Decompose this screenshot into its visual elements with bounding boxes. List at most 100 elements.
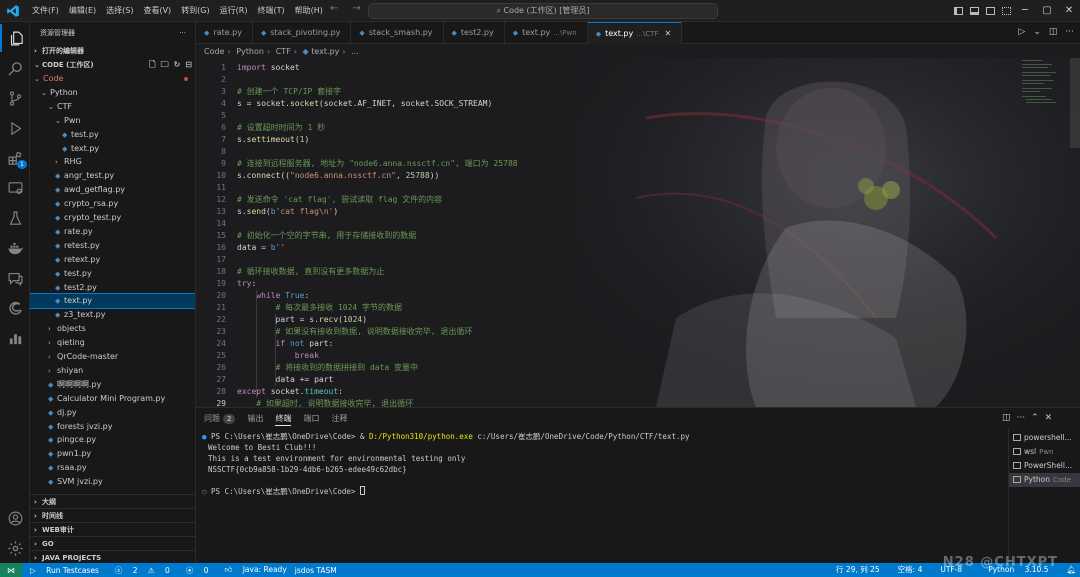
open-editors-section[interactable]: › 打开的编辑器 xyxy=(30,44,195,58)
terminal-instance[interactable]: powershell... xyxy=(1009,431,1080,445)
tree-file[interactable]: ◆ test.py xyxy=(30,267,195,281)
search-activity[interactable] xyxy=(0,54,30,82)
docker-activity[interactable] xyxy=(0,234,30,262)
close-window-button[interactable]: ✕ xyxy=(1058,0,1080,22)
menu-help[interactable]: 帮助(H) xyxy=(290,0,328,22)
tree-folder[interactable]: › qieting xyxy=(30,336,195,350)
tree-folder[interactable]: › RHG xyxy=(30,155,195,169)
collapse-all-icon[interactable]: ⊟ xyxy=(185,58,192,72)
tree-folder[interactable]: ⌄ CTF xyxy=(30,100,195,114)
tree-file[interactable]: ◆ retext.py xyxy=(30,253,195,267)
tree-folder[interactable]: › objects xyxy=(30,322,195,336)
tree-file[interactable]: ◆ retest.py xyxy=(30,239,195,253)
toggle-panel-icon[interactable] xyxy=(966,0,982,22)
breadcrumb-python[interactable]: Python xyxy=(236,47,264,56)
new-file-icon[interactable]: 🗋 xyxy=(149,58,155,72)
refresh-icon[interactable]: ↻ xyxy=(174,58,181,72)
split-editor-icon[interactable]: ◫ xyxy=(1049,27,1058,37)
tree-file[interactable]: ◆ Calculator Mini Program.py xyxy=(30,392,195,406)
close-panel-icon[interactable]: ✕ xyxy=(1045,413,1053,423)
minimap[interactable] xyxy=(1020,58,1066,118)
notifications-bell-icon[interactable]: 🔔︎ xyxy=(1066,563,1076,577)
editor-tab[interactable]: ◆ text.py ...\Pwn xyxy=(505,22,588,44)
tree-file[interactable]: ◆ pingce.py xyxy=(30,433,195,447)
extensions-activity[interactable]: 1 xyxy=(0,144,30,172)
menu-selection[interactable]: 选择(S) xyxy=(101,0,138,22)
more-actions-icon[interactable]: ··· xyxy=(1065,27,1074,37)
tree-file[interactable]: ◆ crypto_test.py xyxy=(30,211,195,225)
tree-file[interactable]: ◆ test.py xyxy=(30,128,195,142)
cursor-position[interactable]: 行 29, 列 25 xyxy=(836,563,880,577)
workspace-section[interactable]: ⌄ CODE (工作区) 🗋 🗀 ↻ ⊟ xyxy=(30,58,195,72)
tree-file[interactable]: ◆ awd_getflag.py xyxy=(30,183,195,197)
tree-file[interactable]: ◆ text.py xyxy=(30,142,195,156)
tree-file[interactable]: ◆ 啊啊啊啊.py xyxy=(30,378,195,392)
tree-file[interactable]: ◆ SVM jvzi.py xyxy=(30,475,195,489)
terminal-instance[interactable]: wsl Pwn xyxy=(1009,445,1080,459)
problems-status[interactable]: ⓧ 2 ⚠ 0 xyxy=(107,565,170,576)
minimize-button[interactable]: ─ xyxy=(1014,0,1036,22)
tree-file[interactable]: ◆ dj.py xyxy=(30,406,195,420)
editor-tab[interactable]: ◆ text.py ...\CTF ✕ xyxy=(587,22,683,44)
go-section[interactable]: › GO xyxy=(30,536,195,550)
editor-tab[interactable]: ◆ stack_smash.py xyxy=(351,22,444,44)
toggle-primary-sidebar-icon[interactable] xyxy=(950,0,966,22)
editor-tab[interactable]: ◆ stack_pivoting.py xyxy=(253,22,352,44)
ports-status[interactable]: ⦿ 0 xyxy=(178,565,209,576)
terminal-output[interactable]: ● PS C:\Users\崔志鹏\OneDrive\Code> & D:/Py… xyxy=(202,431,1002,561)
tree-file[interactable]: ◆ text.py xyxy=(30,293,195,310)
manage-activity[interactable] xyxy=(0,534,30,562)
toggle-secondary-sidebar-icon[interactable] xyxy=(982,0,998,22)
tree-file[interactable]: ◆ crypto_rsa.py xyxy=(30,197,195,211)
run-testcases-button[interactable]: ▷ Run Testcases xyxy=(30,566,99,575)
timeline-section[interactable]: › 时间线 xyxy=(30,508,195,522)
tab-output[interactable]: 输出 xyxy=(247,412,263,426)
tree-file[interactable]: ◆ angr_test.py xyxy=(30,169,195,183)
maximize-button[interactable]: ▢ xyxy=(1036,0,1058,22)
charts-activity[interactable] xyxy=(0,324,30,352)
tree-file[interactable]: ◆ z3_text.py xyxy=(30,308,195,322)
breadcrumb-ctf[interactable]: CTF xyxy=(276,47,291,56)
outline-section[interactable]: › 大纲 xyxy=(30,494,195,508)
tree-folder[interactable]: ⌄ Pwn xyxy=(30,114,195,128)
run-python-icon[interactable]: ▷ xyxy=(1018,27,1025,37)
indentation[interactable]: 空格: 4 xyxy=(898,563,923,577)
breadcrumb-symbol[interactable]: ... xyxy=(351,47,359,56)
testing-activity[interactable] xyxy=(0,204,30,232)
editor-scrollbar[interactable] xyxy=(1070,58,1080,148)
tree-folder[interactable]: ⌄ Code xyxy=(30,72,195,86)
more-actions-icon[interactable]: ··· xyxy=(179,29,186,37)
more-actions-icon[interactable]: ··· xyxy=(1017,413,1026,423)
tree-file[interactable]: ◆ rate.py xyxy=(30,225,195,239)
back-arrow-icon[interactable]: ← xyxy=(330,3,338,14)
tab-ports[interactable]: 端口 xyxy=(303,412,319,426)
menu-terminal[interactable]: 终端(T) xyxy=(252,0,289,22)
run-debug-activity[interactable] xyxy=(0,114,30,142)
source-control-activity[interactable] xyxy=(0,84,30,112)
menu-go[interactable]: 转到(G) xyxy=(176,0,214,22)
split-terminal-icon[interactable]: ◫ xyxy=(1002,413,1011,423)
edge-devtools-activity[interactable] xyxy=(0,294,30,322)
explorer-activity[interactable] xyxy=(0,24,30,52)
remote-indicator-icon[interactable]: ⋈ xyxy=(0,563,22,577)
forward-arrow-icon[interactable]: → xyxy=(352,3,360,14)
tree-file[interactable]: ◆ forests jvzi.py xyxy=(30,420,195,434)
close-tab-icon[interactable]: ✕ xyxy=(664,29,671,38)
maximize-panel-icon[interactable]: ⌃ xyxy=(1031,413,1039,423)
menu-view[interactable]: 查看(V) xyxy=(138,0,176,22)
terminal-instance[interactable]: Python Code xyxy=(1009,473,1080,487)
tree-folder[interactable]: ⌄ Python xyxy=(30,86,195,100)
menu-edit[interactable]: 编辑(E) xyxy=(64,0,101,22)
breadcrumb-code[interactable]: Code xyxy=(204,47,224,56)
code-view[interactable]: 1 import socket 2 3 # 创建一个 TCP/IP 套接字 4 s = so… xyxy=(196,58,1016,407)
tree-file[interactable]: ◆ test2.py xyxy=(30,281,195,295)
remote-explorer-activity[interactable] xyxy=(0,174,30,202)
web-audit-section[interactable]: › WEB审计 xyxy=(30,522,195,536)
menu-run[interactable]: 运行(R) xyxy=(215,0,253,22)
tab-problems[interactable]: 问题 2 xyxy=(204,412,236,426)
new-folder-icon[interactable]: 🗀 xyxy=(161,58,169,72)
customize-layout-icon[interactable] xyxy=(998,0,1014,22)
tree-folder[interactable]: › shiyan xyxy=(30,364,195,378)
tree-file[interactable]: ◆ rsaa.py xyxy=(30,461,195,475)
tree-folder[interactable]: › QrCode-master xyxy=(30,350,195,364)
